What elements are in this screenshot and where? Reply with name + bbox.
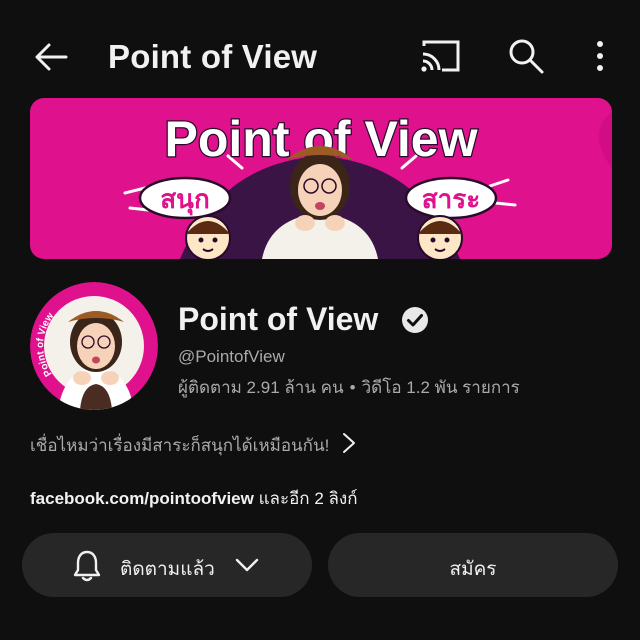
top-app-bar: Point of View [0, 0, 640, 112]
subscribed-button[interactable]: ติดตามแล้ว [22, 533, 312, 597]
chevron-right-icon[interactable] [340, 431, 358, 455]
video-count: วิดีโอ 1.2 พัน รายการ [361, 378, 520, 397]
cast-icon[interactable] [418, 36, 462, 76]
channel-banner: Point of View สนุก สาระ [30, 98, 612, 259]
stats-separator: • [349, 378, 356, 397]
page-title: Point of View [108, 38, 318, 75]
verified-badge-icon [402, 307, 428, 333]
channel-stats: ผู้ติดตาม 2.91 ล้าน คน • วิดีโอ 1.2 พัน รา… [178, 374, 520, 401]
subscriber-count: ผู้ติดตาม 2.91 ล้าน คน [178, 378, 344, 397]
join-label: สมัคร [449, 559, 497, 580]
chevron-down-icon [235, 558, 259, 572]
channel-links: facebook.com/pointoofview และอีก 2 ลิงก์ [30, 485, 358, 512]
banner-mascot-right [417, 215, 463, 259]
back-arrow-icon[interactable] [30, 36, 72, 78]
join-button[interactable]: สมัคร [328, 533, 618, 597]
channel-name: Point of View [178, 301, 379, 337]
search-icon[interactable] [506, 36, 546, 76]
subscribed-label: ติดตามแล้ว [120, 559, 215, 580]
more-options-icon[interactable] [588, 36, 612, 76]
facebook-link[interactable]: facebook.com/pointoofview [30, 489, 254, 508]
channel-avatar[interactable]: Point of View [30, 282, 158, 410]
channel-handle: @PointofView [178, 347, 285, 366]
banner-mascot-left [185, 215, 231, 259]
more-links[interactable]: และอีก 2 ลิงก์ [259, 489, 358, 508]
banner-badge-left: สนุก [160, 185, 209, 216]
channel-description[interactable]: เชื่อไหมว่าเรื่องมีสาระก็สนุกได้เหมือนกั… [30, 432, 329, 459]
bell-icon [73, 550, 101, 582]
banner-badge-right: สาระ [422, 185, 480, 215]
